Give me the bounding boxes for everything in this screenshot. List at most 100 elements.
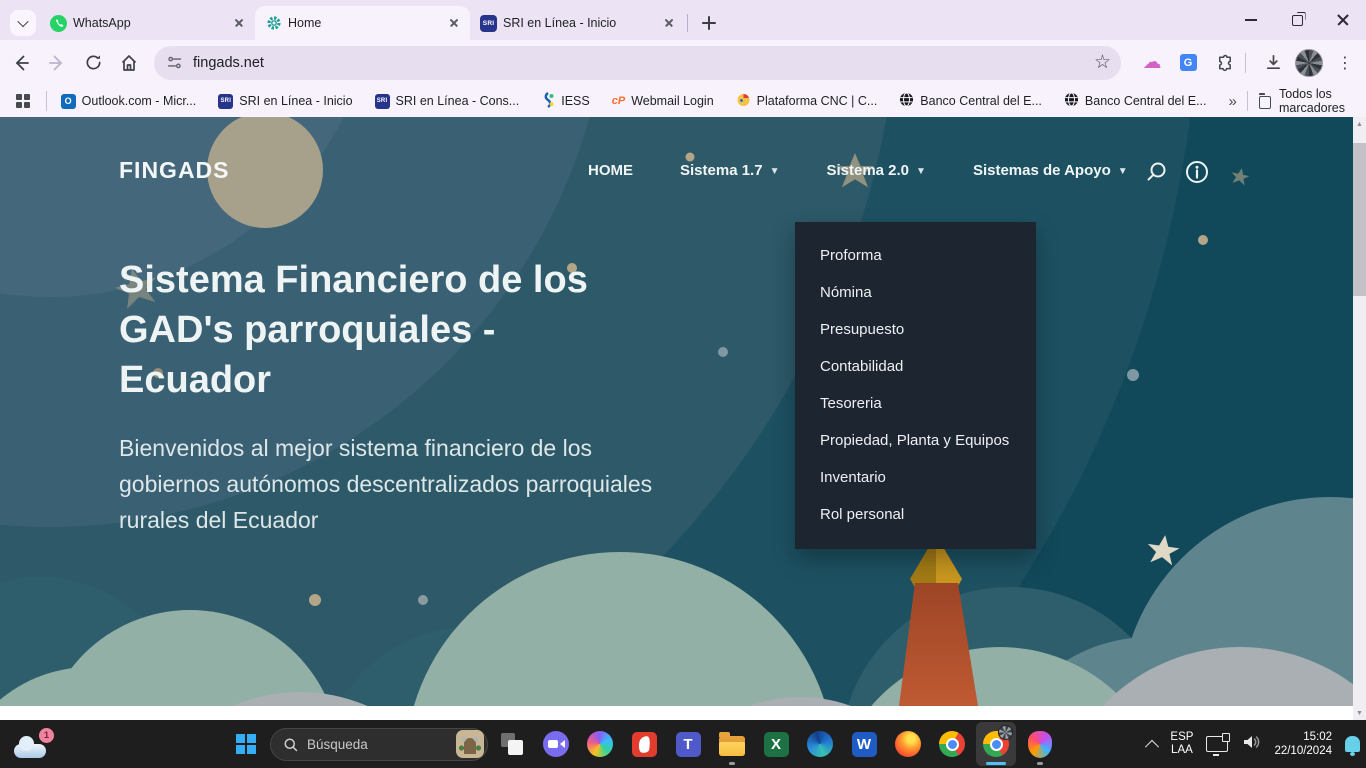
home-icon	[119, 53, 139, 73]
taskbar-icon-teams[interactable]: T	[668, 722, 708, 766]
hidden-icons-chevron[interactable]	[1145, 740, 1159, 754]
site-logo[interactable]: FINGADS	[119, 157, 230, 184]
restore-button[interactable]	[1274, 0, 1320, 40]
close-icon	[1336, 13, 1350, 27]
clock[interactable]: 15:02 22/10/2024	[1274, 730, 1332, 758]
notification-bell-icon[interactable]	[1345, 736, 1360, 752]
menu-item-nomina[interactable]: Nómina	[795, 274, 1036, 311]
bookmark-item-sri-inicio[interactable]: SRI SRI en Línea - Inicio	[218, 94, 352, 109]
bookmark-item-banco-central-1[interactable]: Banco Central del E...	[899, 92, 1042, 110]
taskbar-icon-firefox[interactable]	[888, 722, 928, 766]
bookmark-item-sri-consultas[interactable]: SRI SRI en Línea - Cons...	[375, 94, 520, 109]
tab-close-icon[interactable]	[661, 15, 677, 31]
menu-item-contabilidad[interactable]: Contabilidad	[795, 348, 1036, 385]
bookmark-star-icon[interactable]: ☆	[1094, 53, 1111, 72]
bookmark-item-banco-central-2[interactable]: Banco Central del E...	[1064, 92, 1207, 110]
nav-sistema-20[interactable]: Sistema 2.0▼	[826, 162, 925, 179]
extensions-puzzle-icon[interactable]	[1209, 48, 1239, 78]
menu-item-tesoreria[interactable]: Tesoreria	[795, 385, 1036, 422]
cpanel-icon: cP	[612, 95, 625, 107]
site-nav: HOME Sistema 1.7▼ Sistema 2.0▼ Sistemas …	[588, 162, 1128, 179]
taskbar-icon-edge[interactable]	[800, 722, 840, 766]
taskbar-icon-word[interactable]: W	[844, 722, 884, 766]
taskbar-icon-chrome[interactable]	[932, 722, 972, 766]
chrome-icon	[939, 731, 965, 757]
new-tab-button[interactable]	[696, 10, 722, 36]
menu-item-propiedad-planta-equipos[interactable]: Propiedad, Planta y Equipos	[795, 422, 1036, 459]
site-info-icon[interactable]	[166, 54, 183, 71]
nav-sistemas-apoyo[interactable]: Sistemas de Apoyo▼	[973, 162, 1128, 179]
minimize-button[interactable]	[1228, 0, 1274, 40]
bookmark-item-iess[interactable]: IESS	[541, 92, 590, 111]
scroll-up-button[interactable]: ▲	[1353, 117, 1366, 131]
cloud-icon	[14, 744, 46, 758]
language-indicator[interactable]: ESP LAA	[1170, 731, 1193, 757]
globe-icon	[1064, 92, 1079, 110]
nav-search-icon[interactable]	[1143, 159, 1169, 190]
bookmarks-overflow-chevron[interactable]: »	[1229, 93, 1237, 110]
weather-extension-icon[interactable]: ☁	[1137, 48, 1167, 78]
display-network-icon[interactable]	[1206, 736, 1228, 752]
tab-close-icon[interactable]	[446, 15, 462, 31]
home-button[interactable]	[114, 48, 144, 78]
taskbar-icon-file-explorer[interactable]	[712, 722, 752, 766]
taskbar-icon-task-view[interactable]	[492, 722, 532, 766]
menu-item-rol-personal[interactable]: Rol personal	[795, 496, 1036, 533]
taskbar-icon-chrome-active[interactable]	[976, 722, 1016, 766]
taskbar: 1 Búsqueda T X W ES	[0, 720, 1366, 768]
omnibox[interactable]: fingads.net ☆	[154, 46, 1121, 80]
apps-grid-icon[interactable]	[16, 94, 30, 108]
nav-icons	[1143, 159, 1210, 190]
bookmark-item-webmail[interactable]: cP Webmail Login	[612, 94, 714, 108]
taskbar-icon-video-app[interactable]	[536, 722, 576, 766]
reload-button[interactable]	[78, 48, 108, 78]
page-viewport: FINGADS HOME Sistema 1.7▼ Sistema 2.0▼ S…	[0, 117, 1366, 720]
download-icon[interactable]	[1258, 48, 1288, 78]
tab-home-active[interactable]: Home	[255, 6, 470, 40]
taskbar-icon-paint-drop[interactable]	[1020, 722, 1060, 766]
nav-sistema-17[interactable]: Sistema 1.7▼	[680, 162, 779, 179]
scroll-down-button[interactable]: ▼	[1353, 706, 1366, 720]
bookmark-item-outlook[interactable]: O Outlook.com - Micr...	[61, 94, 197, 109]
back-button[interactable]	[6, 48, 36, 78]
start-button[interactable]	[226, 724, 266, 764]
teams-icon: T	[676, 732, 701, 757]
forward-button[interactable]	[42, 48, 72, 78]
scrollbar[interactable]: ▲ ▼	[1353, 117, 1366, 720]
tab-whatsapp[interactable]: WhatsApp	[40, 6, 255, 40]
volume-icon[interactable]	[1241, 732, 1261, 757]
tab-search-button[interactable]	[10, 10, 36, 36]
firefox-icon	[895, 731, 921, 757]
edge-icon	[807, 731, 833, 757]
nav-info-icon[interactable]	[1184, 159, 1210, 190]
search-placeholder: Búsqueda	[307, 737, 456, 752]
taskbar-icon-excel[interactable]: X	[756, 722, 796, 766]
menu-item-proforma[interactable]: Proforma	[795, 237, 1036, 274]
translate-extension-icon[interactable]: G	[1173, 48, 1203, 78]
tab-sri[interactable]: SRI SRI en Línea - Inicio	[470, 6, 685, 40]
weather-widget[interactable]: 1	[14, 728, 54, 760]
tab-close-icon[interactable]	[231, 15, 247, 31]
all-bookmarks[interactable]: Todos los marcadores	[1241, 87, 1352, 115]
sri-icon: SRI	[375, 94, 390, 109]
menu-item-inventario[interactable]: Inventario	[795, 459, 1036, 496]
profile-badge	[998, 725, 1013, 740]
chevron-down-icon: ▼	[770, 166, 780, 177]
menu-item-presupuesto[interactable]: Presupuesto	[795, 311, 1036, 348]
profile-avatar[interactable]	[1294, 48, 1324, 78]
extensions-cluster: ☁ G ⋮	[1131, 48, 1360, 78]
three-dot-icon: ⋮	[1337, 53, 1353, 73]
minimize-icon	[1245, 19, 1257, 21]
url-text[interactable]: fingads.net	[193, 55, 1094, 71]
bookmark-item-cnc[interactable]: Plataforma CNC | C...	[736, 92, 878, 110]
taskbar-icon-pdf-editor[interactable]	[624, 722, 664, 766]
scrollbar-thumb[interactable]	[1353, 143, 1366, 296]
nav-home[interactable]: HOME	[588, 162, 633, 179]
browser-menu-button[interactable]: ⋮	[1330, 48, 1360, 78]
tab-title: WhatsApp	[73, 16, 225, 30]
taskbar-search[interactable]: Búsqueda	[270, 728, 488, 761]
close-button[interactable]	[1320, 0, 1366, 40]
taskbar-icon-copilot[interactable]	[580, 722, 620, 766]
reload-icon	[84, 53, 103, 72]
dropdown-menu-sistema-20: Proforma Nómina Presupuesto Contabilidad…	[795, 222, 1036, 549]
